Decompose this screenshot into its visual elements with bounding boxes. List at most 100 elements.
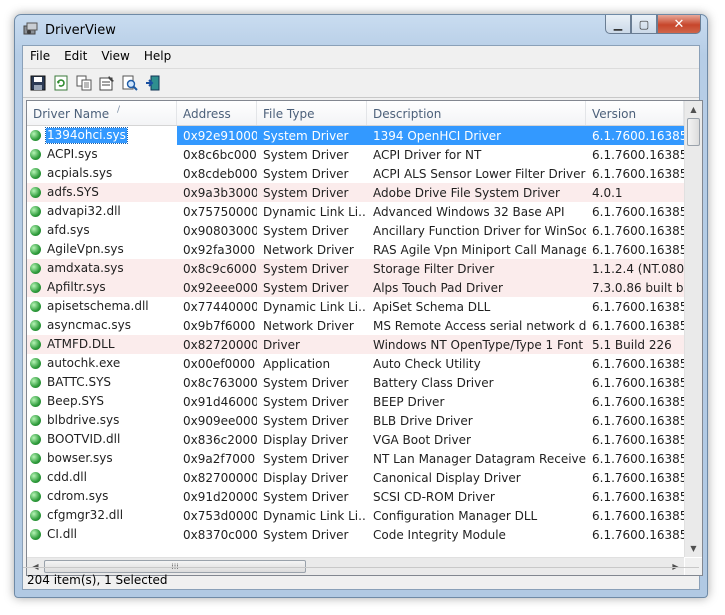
cell-description: Code Integrity Module xyxy=(373,528,506,542)
column-label: Version xyxy=(592,107,637,121)
driver-status-icon xyxy=(30,358,41,369)
column-header-description[interactable]: Description xyxy=(367,101,586,125)
column-label: File Type xyxy=(263,107,315,121)
cell-driver-name: afd.sys xyxy=(27,221,177,240)
vertical-scroll-thumb[interactable] xyxy=(687,118,700,146)
menu-bar: File Edit View Help xyxy=(23,46,699,66)
table-row[interactable]: afd.sys 0x90803000 System Driver Ancillary … xyxy=(27,221,684,240)
driver-name: Beep.SYS xyxy=(47,394,104,408)
status-text: 204 item(s), 1 Selected xyxy=(27,573,168,587)
driver-status-icon xyxy=(30,187,41,198)
properties-button[interactable] xyxy=(96,72,118,94)
cell-address: 0x8c763000 xyxy=(183,376,257,390)
driver-status-icon xyxy=(30,510,41,521)
menu-file[interactable]: File xyxy=(23,46,57,66)
table-row[interactable]: blbdrive.sys 0x909ee000 System Driver BLB D… xyxy=(27,411,684,430)
driver-status-icon xyxy=(30,415,41,426)
scroll-down-icon[interactable]: ▼ xyxy=(685,540,702,557)
cell-version: 6.1.7600.16385 ... xyxy=(592,376,684,390)
cell-file-type: Driver xyxy=(263,338,300,352)
menu-view[interactable]: View xyxy=(94,46,136,66)
driver-status-icon xyxy=(30,244,41,255)
table-row[interactable]: amdxata.sys 0x8c9c6000 System Driver Storag… xyxy=(27,259,684,278)
exit-button[interactable] xyxy=(142,72,164,94)
column-header-address[interactable]: Address xyxy=(177,101,257,125)
table-row[interactable]: advapi32.dll 0x75750000 Dynamic Link Li...… xyxy=(27,202,684,221)
driver-status-icon xyxy=(30,225,41,236)
table-row[interactable]: AgileVpn.sys 0x92fa3000 Network Driver RAS … xyxy=(27,240,684,259)
driver-name: ATMFD.DLL xyxy=(47,337,115,351)
table-row[interactable]: CI.dll 0x8370c000 System Driver Code Integr… xyxy=(27,525,684,544)
cell-version: 5.1 Build 226 xyxy=(592,338,672,352)
driverview-window: DriverView ▁ ▢ ✕ File Edit View Help Dri… xyxy=(14,14,708,598)
title-bar[interactable]: DriverView ▁ ▢ ✕ xyxy=(15,15,707,45)
table-row[interactable]: 1394ohci.sys 0x92e91000 System Driver 1394 … xyxy=(27,126,684,145)
cell-address: 0x8cdeb000 xyxy=(183,167,257,181)
driver-name: blbdrive.sys xyxy=(47,413,120,427)
cell-file-type: System Driver xyxy=(263,186,349,200)
cell-file-type: System Driver xyxy=(263,376,349,390)
table-row[interactable]: bowser.sys 0x9a2f7000 System Driver NT Lan … xyxy=(27,449,684,468)
save-icon xyxy=(30,75,46,91)
copy-button[interactable] xyxy=(73,72,95,94)
list-rows: 1394ohci.sys 0x92e91000 System Driver 1394 … xyxy=(27,126,684,544)
table-row[interactable]: cfgmgr32.dll 0x753d0000 Dynamic Link Li...… xyxy=(27,506,684,525)
close-button[interactable]: ✕ xyxy=(657,15,701,34)
cell-description: Battery Class Driver xyxy=(373,376,494,390)
column-header-version[interactable]: Version xyxy=(586,101,684,125)
driver-status-icon xyxy=(30,472,41,483)
table-row[interactable]: ACPI.sys 0x8c6bc000 System Driver ACPI Driv… xyxy=(27,145,684,164)
cell-version: 6.1.7600.16385 ... xyxy=(592,319,684,333)
column-header-driver-name[interactable]: Driver Name / xyxy=(27,101,177,125)
table-row[interactable]: cdrom.sys 0x91d20000 System Driver SCSI CD-… xyxy=(27,487,684,506)
cell-address: 0x77440000 xyxy=(183,300,257,314)
cell-version: 6.1.7600.16385 ... xyxy=(592,148,684,162)
window-title: DriverView xyxy=(45,23,116,38)
cell-version: 1.1.2.4 (NT.080... xyxy=(592,262,684,276)
cell-version: 6.1.7600.16385 ... xyxy=(592,452,684,466)
driver-status-icon xyxy=(30,396,41,407)
cell-description: Advanced Windows 32 Base API xyxy=(373,205,565,219)
cell-version: 4.0.1 xyxy=(592,186,623,200)
cell-description: Canonical Display Driver xyxy=(373,471,521,485)
table-row[interactable]: ATMFD.DLL 0x82720000 Driver Windows NT Open… xyxy=(27,335,684,354)
table-row[interactable]: Beep.SYS 0x91d46000 System Driver BEEP Driv… xyxy=(27,392,684,411)
cell-description: BLB Drive Driver xyxy=(373,414,473,428)
driver-name: afd.sys xyxy=(47,223,90,237)
table-row[interactable]: BATTC.SYS 0x8c763000 System Driver Battery … xyxy=(27,373,684,392)
maximize-button[interactable]: ▢ xyxy=(631,15,657,34)
driver-status-icon xyxy=(30,529,41,540)
column-label: Description xyxy=(373,107,442,121)
driver-status-icon xyxy=(30,206,41,217)
table-row[interactable]: autochk.exe 0x00ef0000 Application Auto Che… xyxy=(27,354,684,373)
table-row[interactable]: asyncmac.sys 0x9b7f6000 Network Driver MS R… xyxy=(27,316,684,335)
save-button[interactable] xyxy=(27,72,49,94)
menu-edit[interactable]: Edit xyxy=(57,46,94,66)
cell-driver-name: BOOTVID.dll xyxy=(27,430,177,449)
cell-description: Adobe Drive File System Driver xyxy=(373,186,560,200)
cell-driver-name: cfgmgr32.dll xyxy=(27,506,177,525)
table-row[interactable]: cdd.dll 0x82700000 Display Driver Canonical… xyxy=(27,468,684,487)
cell-description: BEEP Driver xyxy=(373,395,445,409)
minimize-button[interactable]: ▁ xyxy=(605,15,631,34)
refresh-button[interactable] xyxy=(50,72,72,94)
table-row[interactable]: adfs.SYS 0x9a3b3000 System Driver Adobe Dri… xyxy=(27,183,684,202)
table-row[interactable]: acpials.sys 0x8cdeb000 System Driver ACPI A… xyxy=(27,164,684,183)
table-row[interactable]: apisetschema.dll 0x77440000 Dynamic Link L… xyxy=(27,297,684,316)
column-header-file-type[interactable]: File Type xyxy=(257,101,367,125)
driver-list[interactable]: Driver Name / Address File Type Descript… xyxy=(26,100,703,576)
cell-description: SCSI CD-ROM Driver xyxy=(373,490,495,504)
find-button[interactable] xyxy=(119,72,141,94)
table-row[interactable]: Apfiltr.sys 0x92eee000 System Driver Alps T… xyxy=(27,278,684,297)
driver-status-icon xyxy=(30,168,41,179)
scroll-up-icon[interactable]: ▲ xyxy=(685,101,702,118)
menu-help[interactable]: Help xyxy=(137,46,178,66)
cell-driver-name: adfs.SYS xyxy=(27,183,177,202)
table-row[interactable]: BOOTVID.dll 0x836c2000 Display Driver VGA B… xyxy=(27,430,684,449)
refresh-icon xyxy=(54,75,68,91)
exit-icon xyxy=(146,75,160,91)
driver-name: acpials.sys xyxy=(47,166,113,180)
cell-address: 0x91d20000 xyxy=(183,490,257,504)
vertical-scrollbar[interactable]: ▲ ▼ xyxy=(684,101,702,557)
cell-description: RAS Agile Vpn Miniport Call Manager xyxy=(373,243,586,257)
